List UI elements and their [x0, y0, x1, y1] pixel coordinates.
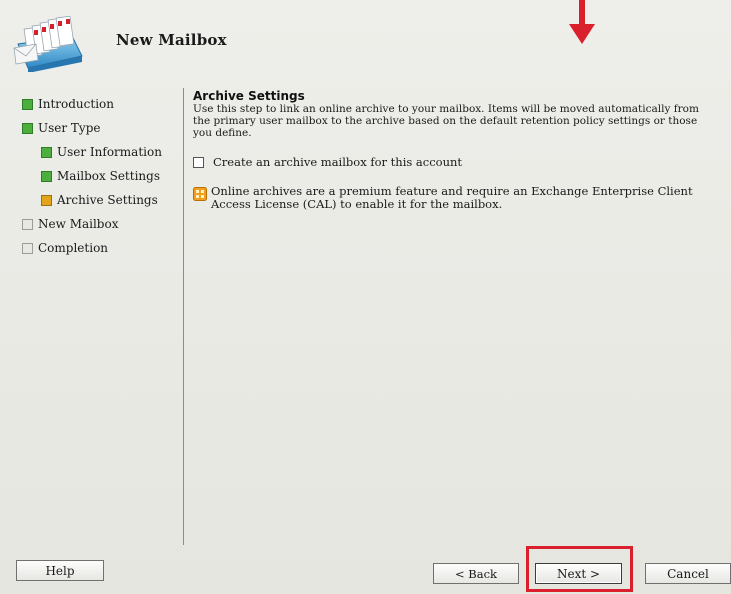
section-description: Use this step to link an online archive … — [193, 103, 699, 139]
new-mailbox-wizard: New Mailbox Introduction User Type User … — [0, 0, 731, 594]
step-complete-icon — [41, 146, 52, 158]
nav-item-label: User Type — [38, 121, 101, 135]
step-current-icon — [41, 194, 52, 206]
archive-settings-panel: Archive Settings Use this step to link a… — [193, 89, 723, 211]
next-button-highlight — [526, 546, 633, 592]
wizard-steps-nav: Introduction User Type User Information … — [22, 92, 182, 260]
create-archive-checkbox[interactable] — [193, 156, 204, 168]
nav-item-label: New Mailbox — [38, 217, 119, 231]
nav-item-label: User Information — [57, 145, 162, 159]
help-button[interactable]: Help — [16, 560, 104, 581]
mailbox-wizard-icon — [13, 16, 83, 72]
nav-item-label: Mailbox Settings — [57, 169, 160, 183]
nav-item-completion: Completion — [22, 236, 182, 260]
archive-info-note: Online archives are a premium feature an… — [193, 185, 723, 211]
step-complete-icon — [22, 122, 33, 134]
nav-item-mailbox-settings: Mailbox Settings — [22, 164, 182, 188]
create-archive-option[interactable]: Create an archive mailbox for this accou… — [193, 155, 723, 169]
nav-item-archive-settings: Archive Settings — [22, 188, 182, 212]
nav-item-introduction: Introduction — [22, 92, 182, 116]
step-complete-icon — [22, 98, 33, 110]
red-arrow-icon — [569, 0, 595, 44]
cancel-button[interactable]: Cancel — [645, 563, 731, 584]
info-text: Online archives are a premium feature an… — [211, 184, 693, 211]
back-button[interactable]: < Back — [433, 563, 519, 584]
nav-item-label: Completion — [38, 241, 109, 255]
nav-item-user-type: User Type — [22, 116, 182, 140]
step-pending-icon — [22, 218, 33, 230]
info-icon — [193, 187, 207, 201]
step-pending-icon — [22, 242, 33, 254]
nav-item-user-information: User Information — [22, 140, 182, 164]
section-title: Archive Settings — [193, 89, 305, 103]
create-archive-label[interactable]: Create an archive mailbox for this accou… — [213, 155, 462, 169]
vertical-divider — [183, 88, 184, 545]
nav-item-label: Introduction — [38, 97, 114, 111]
step-complete-icon — [41, 170, 52, 182]
nav-item-new-mailbox: New Mailbox — [22, 212, 182, 236]
wizard-title: New Mailbox — [116, 31, 227, 49]
nav-item-label: Archive Settings — [57, 193, 158, 207]
